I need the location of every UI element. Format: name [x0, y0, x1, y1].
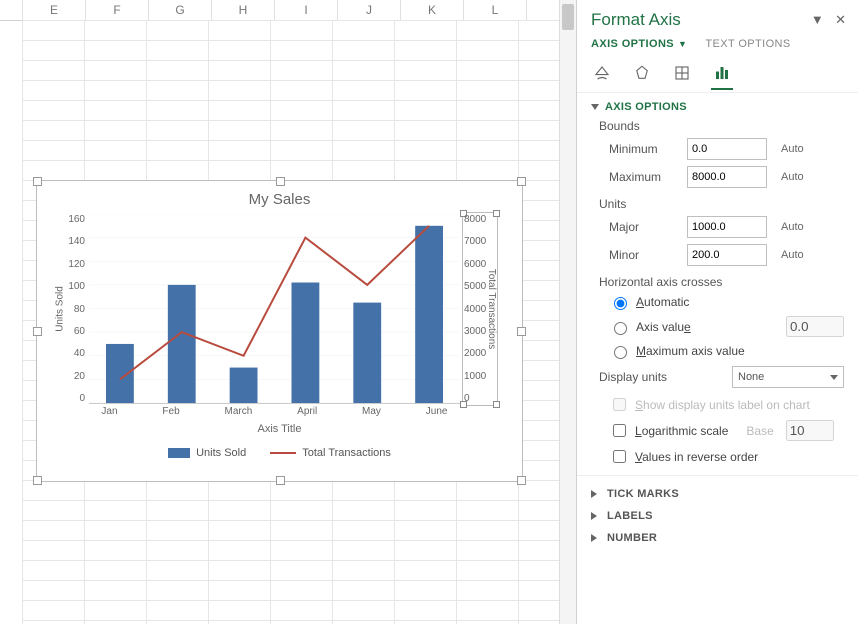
- close-icon[interactable]: ✕: [831, 12, 850, 27]
- format-axis-pane: Format Axis ▼ ✕ AXIS OPTIONS▼ TEXT OPTIO…: [577, 0, 858, 624]
- col-header[interactable]: J: [338, 0, 401, 20]
- resize-handle[interactable]: [517, 327, 526, 336]
- row-gutter: [0, 20, 23, 624]
- x-axis-categories: JanFebMarchAprilMayJune: [79, 406, 470, 417]
- resize-handle[interactable]: [276, 177, 285, 186]
- column-headers: E F G H I J K L: [0, 0, 576, 21]
- x-axis-title[interactable]: Axis Title: [37, 423, 522, 435]
- col-header[interactable]: F: [86, 0, 149, 20]
- section-number[interactable]: NUMBER: [591, 532, 844, 544]
- size-properties-icon[interactable]: [671, 62, 693, 84]
- radio-axis-value[interactable]: [614, 322, 627, 335]
- axis-value-input: [786, 316, 844, 337]
- bounds-label: Bounds: [591, 113, 844, 135]
- section-labels[interactable]: LABELS: [591, 510, 844, 522]
- resize-handle[interactable]: [33, 327, 42, 336]
- resize-handle[interactable]: [517, 177, 526, 186]
- units-label: Units: [591, 191, 844, 213]
- col-header[interactable]: G: [149, 0, 212, 20]
- col-header[interactable]: E: [23, 0, 86, 20]
- scrollbar-thumb[interactable]: [562, 4, 574, 30]
- resize-handle[interactable]: [276, 476, 285, 485]
- embedded-chart[interactable]: My Sales Units Sold 16014012010080604020…: [36, 180, 523, 482]
- bounds-max-input[interactable]: [687, 166, 767, 188]
- check-show-units-label: [613, 398, 626, 411]
- log-base-input: [786, 420, 834, 441]
- radio-automatic[interactable]: [614, 297, 627, 310]
- chart-legend[interactable]: Units Sold Total Transactions: [37, 447, 522, 459]
- bounds-min-input[interactable]: [687, 138, 767, 160]
- display-units-select[interactable]: None: [732, 366, 844, 388]
- section-axis-options[interactable]: AXIS OPTIONS: [591, 101, 844, 113]
- spreadsheet-area[interactable]: E F G H I J K L My Sales Units Sold: [0, 0, 577, 624]
- resize-handle[interactable]: [33, 476, 42, 485]
- hax-crosses-label: Horizontal axis crosses: [591, 269, 844, 291]
- axis-options-icon[interactable]: [711, 62, 733, 90]
- units-minor-input[interactable]: [687, 244, 767, 266]
- pane-title: Format Axis: [591, 10, 681, 30]
- check-reverse-order[interactable]: [613, 450, 626, 463]
- legend-swatch-bar: [168, 448, 190, 458]
- col-header[interactable]: L: [464, 0, 527, 20]
- col-header[interactable]: H: [212, 0, 275, 20]
- effects-icon[interactable]: [631, 62, 653, 84]
- fill-line-icon[interactable]: [591, 62, 613, 84]
- legend-swatch-line: [270, 452, 296, 454]
- display-units-label: Display units: [599, 370, 667, 384]
- vertical-scrollbar[interactable]: [559, 0, 576, 624]
- radio-max-axis-value[interactable]: [614, 346, 627, 359]
- plot-area[interactable]: [89, 214, 460, 404]
- col-header[interactable]: I: [275, 0, 338, 20]
- units-major-input[interactable]: [687, 216, 767, 238]
- section-tick-marks[interactable]: TICK MARKS: [591, 488, 844, 500]
- resize-handle[interactable]: [517, 476, 526, 485]
- pane-dropdown-icon[interactable]: ▼: [807, 12, 828, 27]
- col-header[interactable]: K: [401, 0, 464, 20]
- resize-handle[interactable]: [33, 177, 42, 186]
- tab-axis-options[interactable]: AXIS OPTIONS▼: [591, 38, 687, 50]
- y-right-axis-label[interactable]: Total Transactions: [486, 269, 497, 350]
- check-log-scale[interactable]: [613, 424, 626, 437]
- tab-text-options[interactable]: TEXT OPTIONS: [705, 38, 790, 50]
- y-left-ticks: 160140120100806040200: [59, 214, 85, 404]
